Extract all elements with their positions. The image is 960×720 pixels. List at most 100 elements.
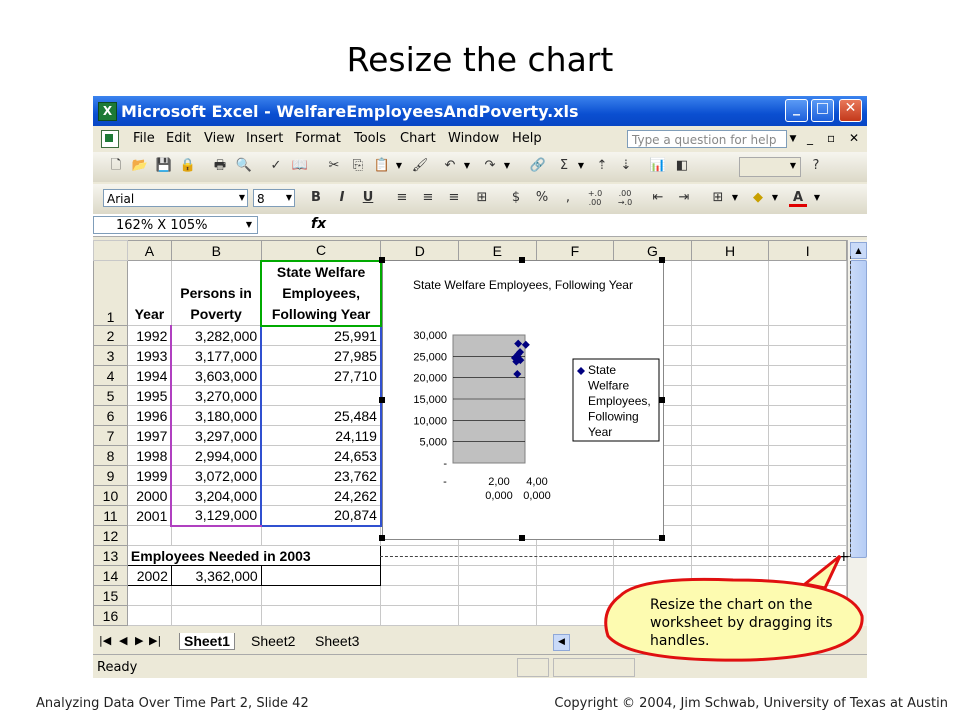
cell[interactable]: 2001 — [126, 505, 172, 526]
cell[interactable]: 25,484 — [260, 405, 382, 426]
merge-center-icon[interactable]: ⊞ — [473, 189, 491, 207]
cell-welfare-header[interactable]: State Welfare Employees, Following Year — [260, 259, 382, 327]
font-name-dropdown-icon[interactable]: ▼ — [236, 189, 248, 207]
resize-handle-middle-right[interactable] — [659, 397, 665, 403]
cell[interactable]: 3,282,000 — [170, 325, 262, 346]
cell[interactable] — [458, 565, 537, 586]
font-color-button[interactable]: A — [789, 189, 807, 207]
cell[interactable]: 24,653 — [260, 445, 382, 466]
cell[interactable]: 3,129,000 — [170, 505, 262, 527]
cell[interactable] — [690, 365, 770, 386]
paste-dropdown-icon[interactable]: ▼ — [393, 157, 405, 175]
row-header[interactable]: 6 — [93, 405, 128, 426]
undo-icon[interactable]: ↶ — [441, 157, 459, 175]
borders-icon[interactable]: ⊞ — [709, 189, 727, 207]
cell[interactable]: 1999 — [126, 465, 172, 486]
scroll-left-icon[interactable]: ◀ — [553, 634, 570, 651]
cell[interactable]: 1997 — [126, 425, 172, 446]
column-header[interactable]: I — [768, 240, 847, 261]
column-header[interactable]: H — [690, 240, 770, 261]
resize-handle-top-left[interactable] — [379, 257, 385, 263]
resize-handle-bottom-middle[interactable] — [519, 535, 525, 541]
cell[interactable]: 24,262 — [260, 485, 382, 506]
minimize-button[interactable]: _ — [785, 99, 808, 122]
cell[interactable]: 24,119 — [260, 425, 382, 446]
cell[interactable] — [690, 425, 770, 446]
resize-handle-top-right[interactable] — [659, 257, 665, 263]
name-box-dropdown-icon[interactable]: ▼ — [243, 216, 255, 234]
cell[interactable] — [690, 485, 770, 506]
autosum-dropdown-icon[interactable]: ▼ — [575, 157, 587, 175]
column-header[interactable]: F — [535, 240, 615, 261]
cell[interactable] — [380, 545, 460, 566]
cell[interactable] — [126, 525, 172, 546]
cell[interactable]: 2,994,000 — [170, 445, 262, 466]
cell[interactable] — [458, 605, 537, 626]
cut-icon[interactable]: ✂ — [325, 157, 343, 175]
cell[interactable] — [260, 605, 382, 626]
cell[interactable]: 1996 — [126, 405, 172, 426]
scroll-thumb[interactable] — [850, 260, 867, 558]
comma-button[interactable]: , — [559, 189, 577, 207]
cell[interactable] — [768, 345, 847, 366]
cell[interactable]: 1992 — [126, 325, 172, 346]
permission-icon[interactable]: 🔒 — [179, 157, 197, 175]
first-sheet-icon[interactable]: |◀ — [99, 634, 111, 647]
column-header[interactable]: G — [613, 240, 692, 261]
cell[interactable]: 20,874 — [260, 505, 382, 527]
ask-question-input[interactable]: Type a question for help — [627, 130, 787, 148]
font-color-dropdown-icon[interactable]: ▼ — [811, 189, 823, 207]
menu-help[interactable]: Help — [512, 131, 542, 146]
cell[interactable]: 2000 — [126, 485, 172, 506]
next-sheet-icon[interactable]: ▶ — [135, 634, 143, 647]
undo-dropdown-icon[interactable]: ▼ — [461, 157, 473, 175]
row-header[interactable]: 4 — [93, 365, 128, 386]
currency-button[interactable]: $ — [507, 189, 525, 207]
mdi-restore-button[interactable]: ▫ — [827, 131, 835, 145]
cell[interactable]: 3,362,000 — [170, 565, 262, 586]
row-header[interactable]: 16 — [93, 605, 128, 626]
title-bar[interactable]: X Microsoft Excel - WelfareEmployeesAndP… — [93, 96, 867, 126]
align-center-icon[interactable]: ≡ — [419, 189, 437, 207]
percent-button[interactable]: % — [533, 189, 551, 207]
increase-indent-icon[interactable]: ⇥ — [675, 189, 693, 207]
excel-app-icon[interactable]: X — [98, 102, 117, 121]
align-left-icon[interactable]: ≡ — [393, 189, 411, 207]
cell[interactable] — [768, 485, 847, 506]
paste-icon[interactable]: 📋 — [373, 157, 391, 175]
menu-file[interactable]: File — [133, 131, 155, 146]
font-name-input[interactable]: Arial — [103, 189, 248, 207]
row-header[interactable]: 9 — [93, 465, 128, 486]
menu-format[interactable]: Format — [295, 131, 341, 146]
ask-dropdown-icon[interactable]: ▼ — [787, 130, 799, 148]
cell[interactable] — [768, 525, 847, 546]
row-header[interactable]: 13 — [93, 545, 128, 566]
cell[interactable] — [690, 325, 770, 346]
row-header[interactable]: 5 — [93, 385, 128, 406]
print-preview-icon[interactable]: 🔍 — [235, 157, 253, 175]
cell-poverty-header[interactable]: Persons in Poverty — [170, 260, 262, 326]
cell[interactable]: 3,204,000 — [170, 485, 262, 506]
row-header[interactable]: 11 — [93, 505, 128, 526]
font-size-dropdown-icon[interactable]: ▼ — [283, 189, 295, 207]
zoom-dropdown-icon[interactable]: ▼ — [787, 157, 799, 175]
cell[interactable] — [126, 585, 172, 606]
help-icon[interactable]: ? — [807, 157, 825, 175]
row-header[interactable]: 15 — [93, 585, 128, 606]
row-header[interactable]: 1 — [93, 260, 128, 326]
close-button[interactable]: ✕ — [839, 99, 862, 122]
cell[interactable] — [458, 585, 537, 606]
cell[interactable] — [690, 465, 770, 486]
cell[interactable] — [535, 545, 615, 566]
cell[interactable] — [768, 505, 847, 526]
decrease-indent-icon[interactable]: ⇤ — [649, 189, 667, 207]
spelling-icon[interactable]: ✓ — [267, 157, 285, 175]
cell[interactable]: 23,762 — [260, 465, 382, 486]
row-header[interactable]: 8 — [93, 445, 128, 466]
cell[interactable]: 3,297,000 — [170, 425, 262, 446]
cell[interactable] — [458, 545, 537, 566]
select-all-corner[interactable] — [93, 240, 128, 261]
chart-wizard-icon[interactable]: 📊 — [649, 157, 667, 175]
sheet-tab-sheet1[interactable]: Sheet1 — [179, 633, 235, 650]
cell[interactable] — [170, 585, 262, 606]
